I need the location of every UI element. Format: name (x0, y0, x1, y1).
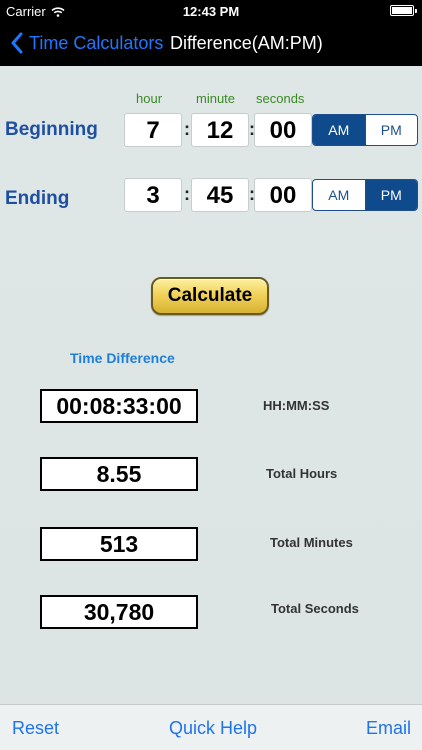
result-seconds-value: 30,780 (40, 595, 198, 629)
calculate-button[interactable]: Calculate (151, 277, 269, 315)
beginning-am-option[interactable]: AM (313, 115, 365, 145)
back-button[interactable]: Time Calculators (10, 32, 163, 54)
ending-minute-field[interactable]: 45 (191, 178, 249, 212)
result-hours-label: Total Hours (266, 466, 338, 481)
ending-pm-option[interactable]: PM (364, 180, 417, 210)
ending-am-option[interactable]: AM (313, 180, 365, 210)
navigation-bar: Time Calculators Difference(AM:PM) (0, 22, 422, 66)
ending-label: Ending (5, 188, 70, 209)
page-title: Difference(AM:PM) (170, 33, 323, 53)
column-label-seconds: seconds (256, 91, 305, 106)
status-bar: Carrier 12:43 PM (0, 0, 422, 22)
bottom-toolbar: Reset Quick Help Email (0, 704, 422, 750)
result-hhmmss-label: HH:MM:SS (263, 398, 330, 413)
result-hours-value: 8.55 (40, 457, 198, 491)
main-content: hour minute seconds Beginning 7 : 12 : 0… (0, 66, 422, 704)
chevron-left-icon (11, 32, 23, 54)
battery-icon (390, 5, 417, 16)
beginning-ampm-segment: AM PM (312, 114, 418, 146)
status-time: 12:43 PM (182, 4, 240, 19)
colon-separator: : (184, 119, 190, 139)
beginning-label: Beginning (5, 119, 98, 140)
beginning-hour-field[interactable]: 7 (124, 113, 182, 147)
ending-hour-field[interactable]: 3 (124, 178, 182, 212)
reset-button[interactable]: Reset (12, 718, 59, 739)
beginning-minute-field[interactable]: 12 (191, 113, 249, 147)
beginning-seconds-field[interactable]: 00 (254, 113, 312, 147)
column-label-minute: minute (196, 91, 236, 106)
back-button-label: Time Calculators (29, 32, 164, 53)
result-hhmmss-value: 00:08:33:00 (40, 389, 198, 423)
beginning-pm-option[interactable]: PM (364, 115, 418, 145)
ending-seconds-field[interactable]: 00 (254, 178, 312, 212)
result-seconds-label: Total Seconds (271, 601, 359, 616)
ending-ampm-segment: AM PM (312, 179, 418, 211)
column-label-hour: hour (136, 91, 163, 106)
email-button[interactable]: Email (366, 718, 411, 739)
colon-separator: : (184, 184, 190, 204)
time-difference-heading: Time Difference (70, 350, 175, 366)
result-minutes-label: Total Minutes (270, 535, 353, 550)
quick-help-button[interactable]: Quick Help (169, 718, 257, 739)
result-minutes-value: 513 (40, 527, 198, 561)
